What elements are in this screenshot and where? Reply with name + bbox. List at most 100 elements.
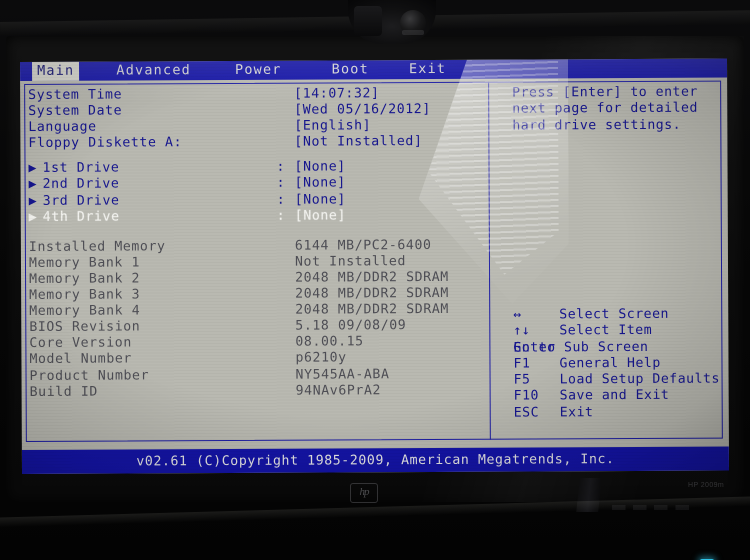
submenu-arrow-icon: ▶	[28, 177, 38, 193]
key-name: F1	[513, 356, 531, 372]
setting-value[interactable]: [None]	[295, 176, 346, 192]
submenu-arrow-icon: ▶	[28, 193, 38, 209]
info-label: Product Number	[29, 367, 150, 384]
setting-value[interactable]: [None]	[295, 192, 346, 208]
bios-menubar: Main Advanced Power Boot Exit	[20, 58, 728, 81]
key-legend-desc: General Help	[559, 355, 661, 372]
key-legend-desc: Exit	[559, 404, 594, 421]
setting-colon: :	[276, 208, 286, 224]
tab-boot[interactable]: Boot	[327, 60, 374, 79]
up-down-arrows-icon: ↑↓	[513, 323, 531, 339]
tab-exit[interactable]: Exit	[404, 60, 451, 79]
key-legend-item-select-screen: ↔ Select Screen	[501, 307, 721, 324]
setting-label: ▶ 3rd Drive	[29, 192, 277, 209]
info-value: 2048 MB/DDR2 SDRAM	[295, 269, 449, 286]
info-label: Memory Bank 1	[28, 255, 141, 271]
info-colon	[277, 335, 295, 351]
info-value: 5.18 09/08/09	[295, 318, 407, 334]
info-value: 2048 MB/DDR2 SDRAM	[295, 302, 449, 318]
key-legend: ↔ Select Screen ↑↓ Select Item Enter Go …	[501, 307, 722, 422]
help-panel: Press [Enter] to enter next page for det…	[500, 85, 716, 135]
info-label: Memory Bank 3	[29, 287, 141, 303]
monitor-model-label: HP 2009m	[688, 482, 725, 489]
key-name: Enter	[513, 339, 556, 356]
setting-colon	[276, 135, 294, 151]
info-colon	[277, 303, 295, 319]
setting-colon	[276, 103, 294, 119]
setting-value[interactable]: [None]	[294, 160, 345, 176]
tab-advanced[interactable]: Advanced	[111, 61, 196, 80]
key-legend-item-enter: Enter Go to Sub Screen	[501, 339, 721, 356]
setting-value[interactable]: [14:07:32]	[294, 86, 379, 103]
info-label: Model Number	[29, 351, 132, 368]
setting-value[interactable]: [Wed 05/16/2012]	[294, 102, 431, 119]
info-row-installed-memory: Installed Memory 6144 MB/PC2-6400	[29, 237, 485, 255]
key-name: F10	[513, 388, 540, 405]
key-legend-item-f1: F1 General Help	[501, 355, 721, 372]
key-legend-item-select-item: ↑↓ Select Item	[501, 323, 721, 340]
setting-label: System Date	[28, 103, 123, 120]
info-colon	[277, 351, 295, 367]
key-name: F5	[513, 372, 531, 388]
info-colon	[277, 271, 295, 287]
tab-power[interactable]: Power	[230, 61, 287, 80]
key-legend-desc: Load Setup Defaults	[559, 371, 720, 388]
info-value: 08.00.15	[295, 334, 364, 350]
webcam-mount	[354, 6, 382, 36]
setting-label: Floppy Diskette A:	[28, 135, 183, 152]
setting-row-floppy-diskette-a[interactable]: Floppy Diskette A: [Not Installed]	[28, 134, 484, 152]
info-value: Not Installed	[294, 253, 407, 270]
key-legend-item-esc: ESC Exit	[502, 404, 722, 421]
setting-label: System Time	[28, 87, 123, 103]
monitor-photo: Main Advanced Power Boot Exit System Tim…	[0, 0, 750, 560]
settings-list: System Time [14:07:32] System Date [Wed …	[28, 86, 486, 401]
setting-colon	[276, 119, 294, 135]
info-value: 6144 MB/PC2-6400	[294, 237, 432, 254]
setting-label: Language	[28, 119, 97, 136]
setting-colon: :	[276, 160, 286, 176]
info-value: NY545AA-ABA	[295, 366, 390, 383]
bios-screen: Main Advanced Power Boot Exit System Tim…	[20, 58, 730, 474]
info-colon	[277, 255, 295, 271]
key-legend-desc: Save and Exit	[559, 388, 670, 404]
info-colon	[277, 367, 295, 383]
info-value: 2048 MB/DDR2 SDRAM	[295, 285, 449, 302]
setting-value[interactable]: [English]	[294, 118, 371, 134]
info-colon	[277, 319, 295, 335]
info-colon	[278, 383, 296, 399]
setting-value[interactable]: [Not Installed]	[294, 134, 422, 151]
info-label: Installed Memory	[28, 239, 166, 255]
info-label: Build ID	[29, 384, 98, 400]
info-row-memory-bank-4: Memory Bank 4 2048 MB/DDR2 SDRAM	[29, 302, 485, 320]
setting-label-text: 2nd Drive	[42, 176, 120, 193]
setting-row-system-date[interactable]: System Date [Wed 05/16/2012]	[28, 102, 484, 120]
setting-label-text: 3rd Drive	[42, 193, 120, 209]
help-text: Press [Enter] to enter next page for det…	[512, 84, 707, 134]
key-legend-item-f10: F10 Save and Exit	[502, 388, 722, 405]
info-colon	[277, 287, 295, 303]
setting-value[interactable]: [None]	[295, 208, 346, 224]
info-label: BIOS Revision	[29, 319, 141, 336]
setting-label: ▶ 1st Drive	[28, 160, 276, 177]
setting-colon	[276, 87, 294, 103]
info-colon	[277, 238, 295, 254]
webcam-brand-mark	[402, 30, 424, 35]
key-legend-item-f5: F5 Load Setup Defaults	[502, 372, 722, 389]
left-right-arrows-icon: ↔	[513, 307, 522, 323]
setting-label-text: 1st Drive	[42, 160, 120, 177]
key-legend-desc: Select Screen	[559, 306, 669, 323]
setting-label: ▶ 4th Drive	[29, 208, 277, 225]
info-value: p6210y	[295, 350, 347, 367]
setting-colon: :	[276, 192, 286, 208]
key-legend-desc: Go to Sub Screen	[513, 339, 649, 356]
key-name: ESC	[513, 405, 540, 421]
hp-logo: hp	[350, 483, 378, 503]
setting-colon: :	[276, 176, 286, 192]
info-label: Core Version	[29, 335, 132, 352]
setting-label: ▶ 2nd Drive	[29, 176, 277, 193]
info-label: Memory Bank 4	[29, 303, 141, 320]
info-value: 94NAv6PrA2	[295, 382, 382, 399]
submenu-arrow-icon: ▶	[28, 161, 38, 177]
tab-main[interactable]: Main	[31, 61, 80, 81]
submenu-arrow-icon: ▶	[28, 209, 38, 225]
